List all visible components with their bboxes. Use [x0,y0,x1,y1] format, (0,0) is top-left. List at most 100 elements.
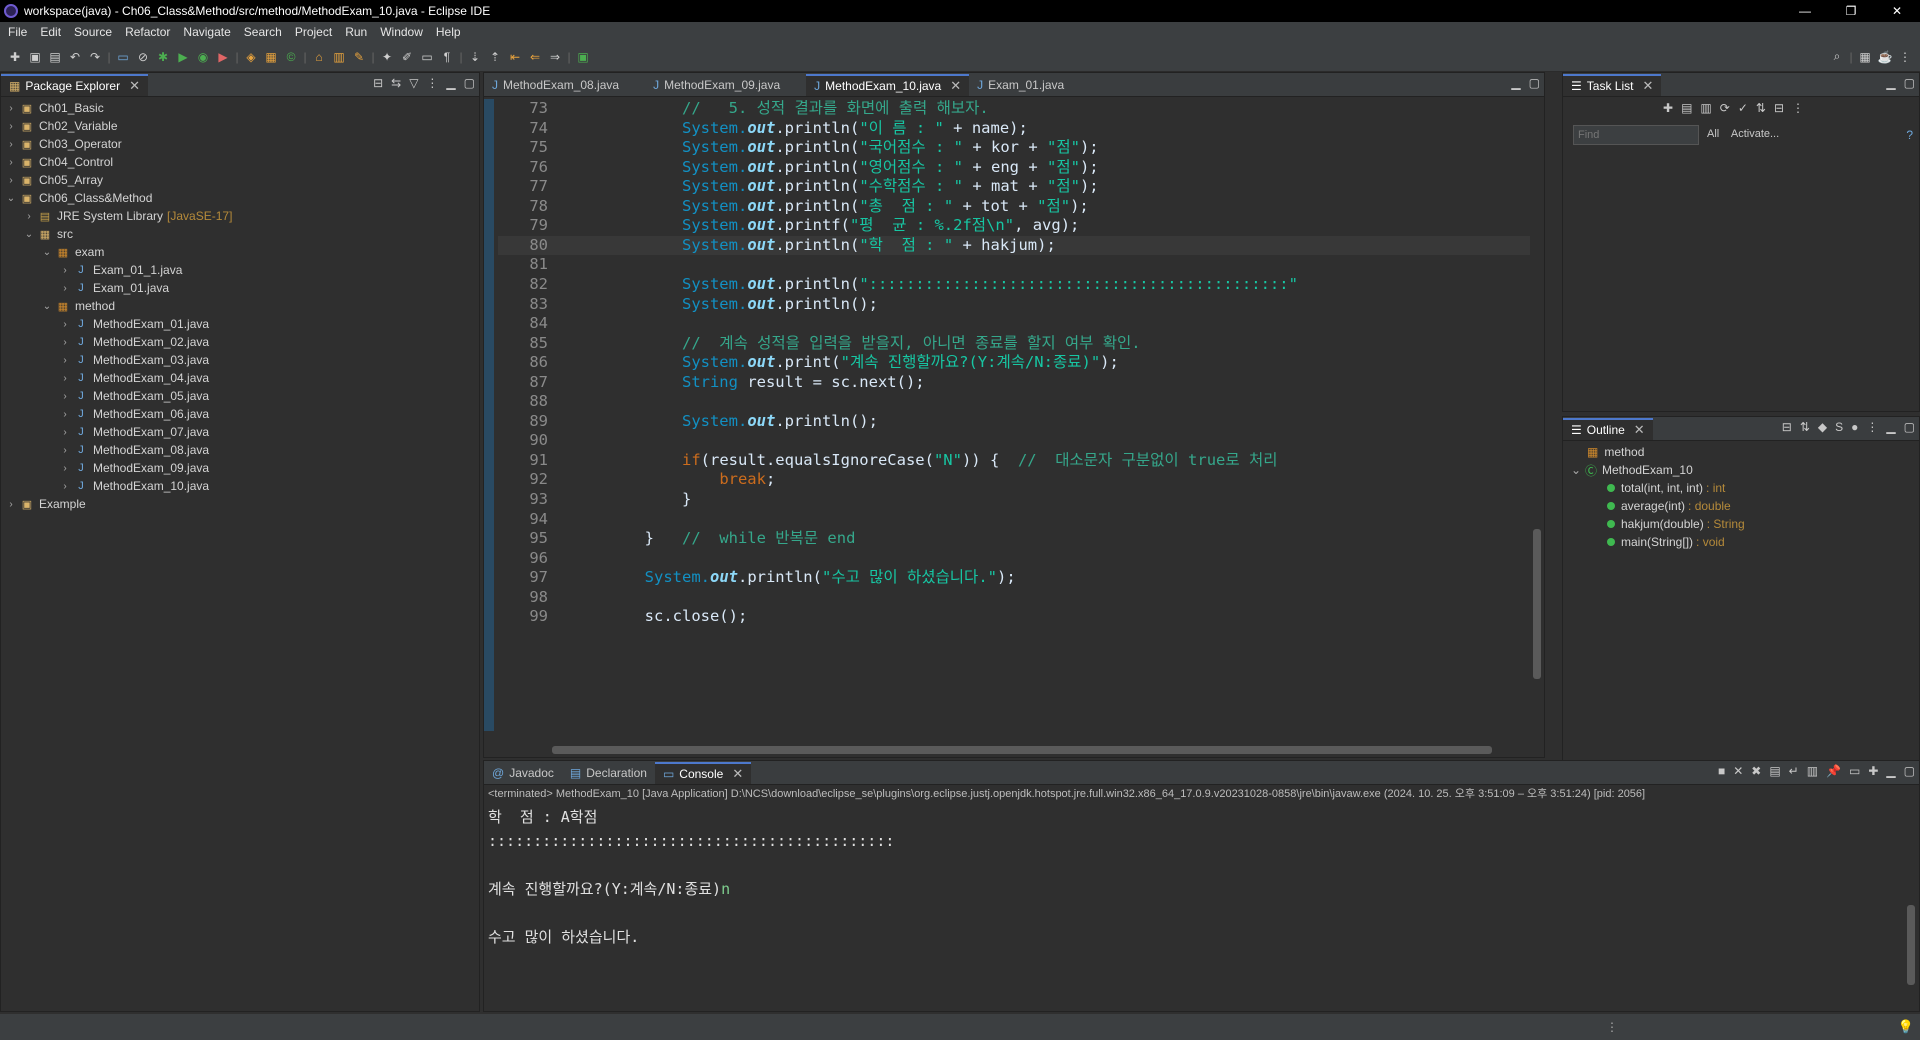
minimize-icon[interactable]: ▁ [1511,76,1520,90]
highlight-icon[interactable]: ✐ [398,48,416,66]
maximize-icon[interactable]: ▢ [1529,76,1540,90]
open-console-icon[interactable]: ✚ [1868,764,1878,778]
editor-tab[interactable]: J MethodExam_09.java [645,74,806,96]
outline-package[interactable]: ▦ method [1571,443,1919,461]
chevron-right-icon[interactable]: › [5,157,17,168]
maximize-icon[interactable]: ▢ [1904,76,1915,90]
open-type-icon[interactable]: ⌂ [310,48,328,66]
outline-method[interactable]: main(String[]): void [1571,533,1919,551]
forward-icon[interactable]: ⇒ [546,48,564,66]
chevron-right-icon[interactable]: › [59,355,71,366]
tree-item[interactable]: › J MethodExam_09.java [1,459,479,477]
editor-tab[interactable]: J Exam_01.java [969,74,1090,96]
console-horizontal-scrollbar[interactable] [484,995,1919,1011]
tree-item[interactable]: › ▣ Ch02_Variable [1,117,479,135]
chevron-right-icon[interactable]: › [59,427,71,438]
code-line[interactable]: 73 // 5. 성적 결과를 화면에 출력 해보자. [498,99,1530,119]
chevron-right-icon[interactable]: › [59,481,71,492]
code-line[interactable]: 99 sc.close(); [498,607,1530,627]
skip-breakpoints-icon[interactable]: ⊘ [134,48,152,66]
scroll-thumb[interactable] [1907,905,1915,985]
tree-item[interactable]: › J Exam_01.java [1,279,479,297]
code-line[interactable]: 95 } // while 반복문 end [498,529,1530,549]
editor-tab[interactable]: J MethodExam_10.java ✕ [806,74,970,96]
code-line[interactable]: 80 System.out.println("학 점 : " + hakjum)… [498,235,1530,256]
code-line[interactable]: 97 System.out.println("수고 많이 하셨습니다."); [498,568,1530,588]
maximize-icon[interactable]: ▢ [1904,420,1915,434]
outline-method[interactable]: average(int): double [1571,497,1919,515]
minimize-icon[interactable]: ▁ [446,76,455,90]
scroll-thumb[interactable] [1533,529,1541,679]
tree-item[interactable]: › J Exam_01_1.java [1,261,479,279]
activate-link[interactable]: Activate... [1731,128,1779,140]
chevron-down-icon[interactable]: ⌄ [1571,463,1585,477]
chevron-right-icon[interactable]: › [59,337,71,348]
tree-item[interactable]: › J MethodExam_01.java [1,315,479,333]
code-line[interactable]: 92 break; [498,470,1530,490]
outline-class[interactable]: ⌄ Ⓒ MethodExam_10 [1571,461,1919,479]
code-line[interactable]: 98 [498,588,1530,608]
chevron-down-icon[interactable]: ⌄ [23,229,35,240]
new-icon[interactable]: ✚ [6,48,24,66]
close-icon[interactable]: ✕ [1642,78,1653,94]
chevron-down-icon[interactable]: ⌄ [41,247,53,258]
restore-button[interactable]: ❐ [1828,0,1874,22]
code-line[interactable]: 83 System.out.println(); [498,295,1530,315]
view-menu-icon[interactable]: ⋮ [1792,101,1804,115]
tab-javadoc[interactable]: @ Javadoc [484,762,562,784]
tip-bulb-icon[interactable]: 💡 [1898,1019,1914,1035]
tree-item[interactable]: ⌄ ▦ exam [1,243,479,261]
tree-item[interactable]: › ▣ Ch03_Operator [1,135,479,153]
code-line[interactable]: 86 System.out.print("계속 진행할까요?(Y:계속/N:종료… [498,353,1530,373]
last-edit-icon[interactable]: ⇤ [506,48,524,66]
close-icon[interactable]: ✕ [129,78,140,94]
tree-item[interactable]: ⌄ ▣ Ch06_Class&Method [1,189,479,207]
toolbar-more-icon[interactable]: ⋮ [1896,48,1914,66]
tab-package-explorer[interactable]: ▦ Package Explorer ✕ [1,74,148,96]
prev-annotation-icon[interactable]: ⇡ [486,48,504,66]
new-java-project-icon[interactable]: ◈ [242,48,260,66]
code-line[interactable]: 76 System.out.println("영어점수 : " + eng + … [498,158,1530,178]
menu-window[interactable]: Window [376,25,432,39]
tree-item[interactable]: › J MethodExam_04.java [1,369,479,387]
hide-completed-icon[interactable]: ✓ [1738,101,1748,115]
chevron-right-icon[interactable]: › [59,391,71,402]
block-selection-icon[interactable]: ▭ [418,48,436,66]
tree-item[interactable]: › ▣ Example [1,495,479,513]
menu-navigate[interactable]: Navigate [179,25,239,39]
menu-edit[interactable]: Edit [36,25,70,39]
code-line[interactable]: 78 System.out.println("총 점 : " + tot + "… [498,197,1530,217]
code-line[interactable]: 93 } [498,490,1530,510]
save-all-icon[interactable]: ▤ [46,48,64,66]
menu-run[interactable]: Run [341,25,376,39]
tree-item[interactable]: › ▣ Ch05_Array [1,171,479,189]
debug-icon[interactable]: ✱ [154,48,172,66]
tree-item[interactable]: › J MethodExam_10.java [1,477,479,495]
search-icon[interactable]: ⌕ [1828,48,1846,66]
next-annotation-icon[interactable]: ⇣ [466,48,484,66]
chevron-right-icon[interactable]: › [59,265,71,276]
code-line[interactable]: 87 String result = sc.next(); [498,373,1530,393]
tab-console[interactable]: ▭ Console ✕ [654,762,752,784]
code-line[interactable]: 94 [498,510,1530,530]
tree-item[interactable]: › ▣ Ch01_Basic [1,99,479,117]
chevron-right-icon[interactable]: › [5,103,17,114]
pin-editor-icon[interactable]: ▣ [574,48,592,66]
menu-refactor[interactable]: Refactor [121,25,179,39]
code-line[interactable]: 84 [498,314,1530,334]
minimize-icon[interactable]: ▁ [1886,764,1895,778]
word-wrap-icon[interactable]: ↵ [1789,764,1799,778]
collapse-all-icon[interactable]: ⊟ [1774,101,1784,115]
menu-project[interactable]: Project [291,25,341,39]
synchronize-icon[interactable]: ⟳ [1720,101,1730,115]
tree-item[interactable]: › J MethodExam_08.java [1,441,479,459]
show-on-output-icon[interactable]: ▥ [1807,764,1818,778]
chevron-right-icon[interactable]: › [5,499,17,510]
tree-item[interactable]: › J MethodExam_02.java [1,333,479,351]
tree-item[interactable]: ⌄ ▦ src [1,225,479,243]
code-line[interactable]: 79 System.out.printf("평 균 : %.2f점\n", av… [498,216,1530,236]
chevron-right-icon[interactable]: › [23,211,35,222]
new-class-icon[interactable]: © [282,48,300,66]
open-perspective-icon[interactable]: ▦ [1856,48,1874,66]
help-icon[interactable]: ? [1906,128,1913,142]
